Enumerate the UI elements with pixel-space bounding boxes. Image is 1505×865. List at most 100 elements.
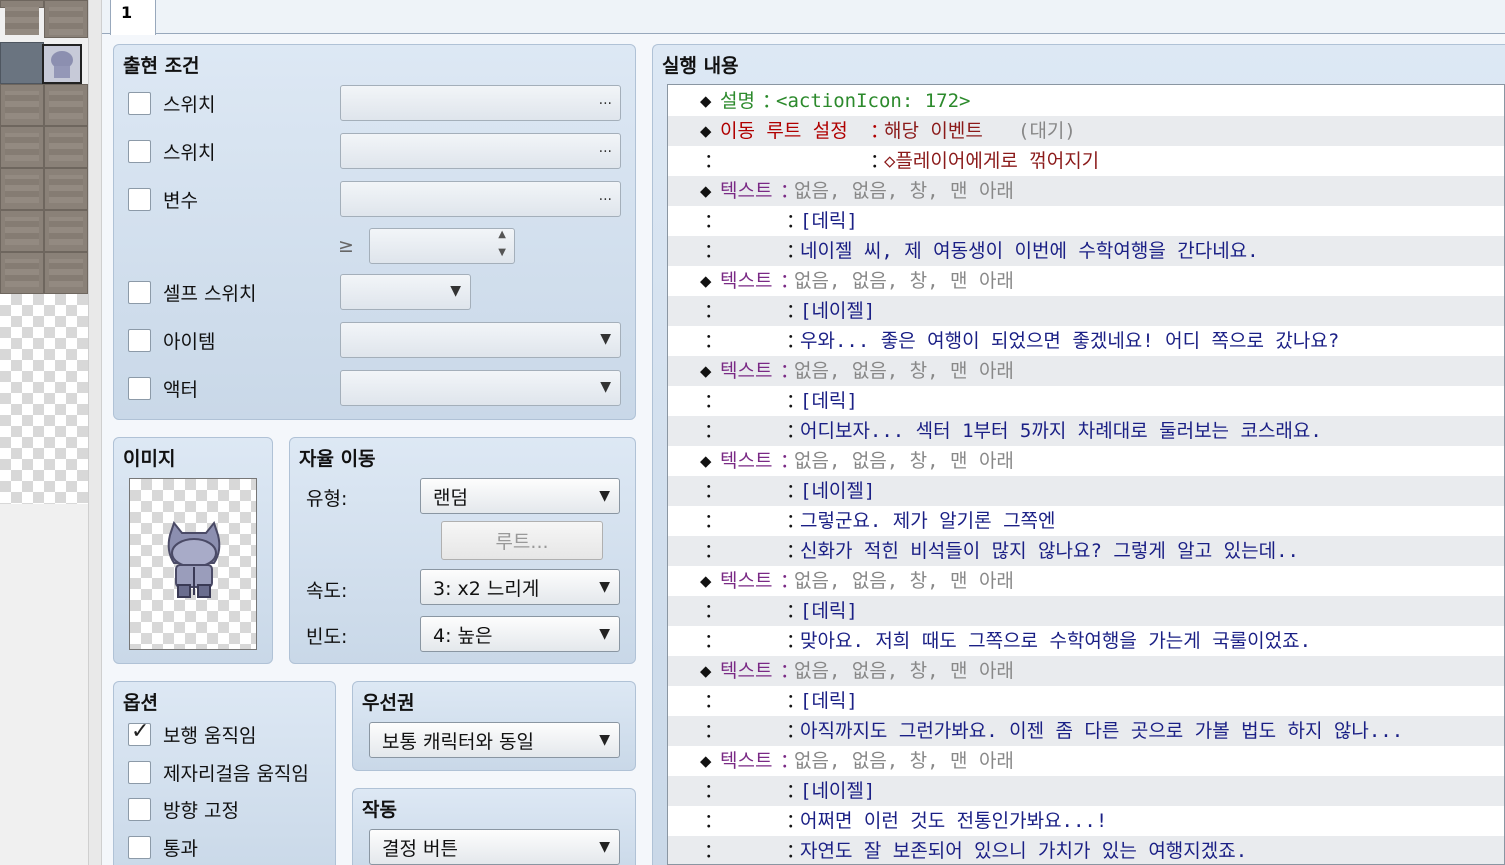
direction-fix-checkbox-row[interactable]: 방향 고정 xyxy=(128,795,239,823)
command-row[interactable]: ：： [네이젤] xyxy=(668,476,1504,506)
map-tile xyxy=(0,126,44,168)
frequency-value: 4: 높은 xyxy=(433,624,493,647)
variable-value-spinner[interactable]: ▲ ▼ xyxy=(369,228,515,264)
empty-map-area xyxy=(0,294,88,504)
command-args: 없음, 없음, 창, 맨 아래 xyxy=(794,360,1014,382)
command-bullet: ： xyxy=(704,330,724,352)
stepping-checkbox-row[interactable]: 제자리걸음 움직임 xyxy=(128,758,309,786)
command-bullet: ： xyxy=(704,630,724,652)
switch1-checkbox[interactable] xyxy=(128,91,151,115)
command-row[interactable]: ：： 우와... 좋은 여행이 되었으면 좋겠네요! 어디 쪽으로 갔나요? xyxy=(668,326,1504,356)
spin-up-icon[interactable]: ▲ xyxy=(498,229,506,240)
movement-type-select[interactable]: 랜덤 ▼ xyxy=(420,478,620,514)
trigger-select[interactable]: 결정 버튼 ▼ xyxy=(369,829,620,865)
command-row[interactable]: ：： 신화가 적힌 비석들이 많지 않나요? 그렇게 알고 있는데.. xyxy=(668,536,1504,566)
map-preview-strip[interactable] xyxy=(0,0,88,865)
selected-event-tile[interactable] xyxy=(42,44,82,84)
variable-field[interactable]: ... xyxy=(340,181,621,217)
frequency-label: 빈도: xyxy=(306,626,348,648)
command-bullet: ： xyxy=(704,780,724,802)
switch1-checkbox-row[interactable]: 스위치 xyxy=(128,89,215,117)
command-row[interactable]: ：： [네이젤] xyxy=(668,776,1504,806)
command-row[interactable]: ：： 그렇군요. 제가 알기론 그쪽엔 xyxy=(668,506,1504,536)
switch2-checkbox-row[interactable]: 스위치 xyxy=(128,137,215,165)
command-args: [데릭] xyxy=(800,390,858,412)
trigger-value: 결정 버튼 xyxy=(382,837,458,860)
command-row[interactable]: ：： 어쩌면 이런 것도 전통인가봐요...! xyxy=(668,806,1504,836)
command-row[interactable]: ：： 어디보자... 섹터 1부터 5까지 차례대로 둘러보는 코스래요. xyxy=(668,416,1504,446)
command-row[interactable]: ◆ 텍스트： 없음, 없음, 창, 맨 아래 xyxy=(668,446,1504,476)
command-row[interactable]: ◆ 텍스트： 없음, 없음, 창, 맨 아래 xyxy=(668,176,1504,206)
options-title: 옵션 xyxy=(123,692,158,714)
command-args: 없음, 없음, 창, 맨 아래 xyxy=(794,750,1014,772)
speed-select[interactable]: 3: x2 느리게 ▼ xyxy=(420,569,620,605)
command-row[interactable]: ◆ 텍스트： 없음, 없음, 창, 맨 아래 xyxy=(668,566,1504,596)
command-bullet: ： xyxy=(704,690,724,712)
command-row[interactable]: ：： [데릭] xyxy=(668,386,1504,416)
command-row[interactable]: ◆ 텍스트： 없음, 없음, 창, 맨 아래 xyxy=(668,656,1504,686)
command-row[interactable]: ：： [데릭] xyxy=(668,596,1504,626)
frequency-select[interactable]: 4: 높은 ▼ xyxy=(420,616,620,652)
command-row[interactable]: ：： 자연도 잘 보존되어 있으니 가치가 있는 여행지겠죠. xyxy=(668,836,1504,864)
character-image-preview[interactable] xyxy=(129,478,257,650)
tab-page-1[interactable]: 1 xyxy=(110,0,156,35)
command-row[interactable]: ：： 아직까지도 그런가봐요. 이젠 좀 다른 곳으로 가볼 법도 하지 않나..… xyxy=(668,716,1504,746)
command-args: 어디보자... 섹터 1부터 5까지 차례대로 둘러보는 코스래요. xyxy=(800,420,1322,442)
walking-checkbox[interactable] xyxy=(128,719,151,746)
walking-checkbox-row[interactable]: 보행 움직임 xyxy=(128,719,256,748)
switch1-browse-icon[interactable]: ... xyxy=(599,92,612,108)
command-row[interactable]: ◆ 이동 루트 설정： 해당 이벤트 (대기) xyxy=(668,116,1504,146)
command-row[interactable]: ：： [데릭] xyxy=(668,206,1504,236)
through-checkbox[interactable] xyxy=(128,835,151,859)
trigger-title: 작동 xyxy=(362,799,397,821)
actor-checkbox-row[interactable]: 액터 xyxy=(128,374,198,402)
spin-down-icon[interactable]: ▼ xyxy=(498,247,506,258)
movement-type-label: 유형: xyxy=(306,488,348,510)
item-checkbox-row[interactable]: 아이템 xyxy=(128,326,215,354)
event-command-list[interactable]: ◆ 설명 ： <actionIcon: 172> ◆ 이동 루트 설정 ： 해당 이벤트 (대… xyxy=(667,84,1505,865)
command-args: [데릭] xyxy=(800,600,858,622)
chevron-down-icon: ▼ xyxy=(599,732,610,748)
command-row[interactable]: ◆ 텍스트： 없음, 없음, 창, 맨 아래 xyxy=(668,356,1504,386)
priority-select[interactable]: 보통 캐릭터와 동일 ▼ xyxy=(369,722,620,758)
switch1-field[interactable]: ... xyxy=(340,85,621,121)
command-bullet: ◆ xyxy=(700,750,712,772)
switch2-checkbox[interactable] xyxy=(128,139,151,163)
command-row[interactable]: ◆ 설명： <actionIcon: 172> xyxy=(668,86,1504,116)
map-tile xyxy=(44,210,88,252)
event-editor-window: 1 출현 조건 스위치 ... 스위치 ... 변수 ... ≥ ▲ ▼ 셀프 … xyxy=(0,0,1505,865)
command-row[interactable]: ：： [네이젤] xyxy=(668,296,1504,326)
switch2-browse-icon[interactable]: ... xyxy=(599,140,612,156)
autonomous-title: 자율 이동 xyxy=(299,448,376,470)
command-row[interactable]: ◆ 텍스트： 없음, 없음, 창, 맨 아래 xyxy=(668,266,1504,296)
stepping-checkbox[interactable] xyxy=(128,760,151,784)
command-bullet: ： xyxy=(704,210,724,232)
actor-checkbox[interactable] xyxy=(128,376,151,400)
command-bullet: ◆ xyxy=(700,360,712,382)
variable-checkbox-row[interactable]: 변수 xyxy=(128,185,198,213)
command-row[interactable]: ：： 맞아요. 저희 때도 그쪽으로 수학여행을 가는게 국룰이었죠. xyxy=(668,626,1504,656)
route-button[interactable]: 루트... xyxy=(441,521,603,560)
variable-checkbox[interactable] xyxy=(128,187,151,211)
command-row[interactable]: ：： 네이젤 씨, 제 여동생이 이번에 수학여행을 간다네요. xyxy=(668,236,1504,266)
command-row[interactable]: ：： ◇플레이어에게로 꺾어지기 xyxy=(668,146,1504,176)
command-extra: (대기) xyxy=(1018,120,1076,142)
command-row[interactable]: ◆ 텍스트： 없음, 없음, 창, 맨 아래 xyxy=(668,746,1504,776)
item-checkbox[interactable] xyxy=(128,328,151,352)
self-switch-select[interactable]: ▼ xyxy=(340,274,471,310)
command-row[interactable]: ：： [데릭] xyxy=(668,686,1504,716)
command-args: 네이젤 씨, 제 여동생이 이번에 수학여행을 간다네요. xyxy=(800,240,1259,262)
command-bullet: ◆ xyxy=(700,270,712,292)
direction-fix-checkbox[interactable] xyxy=(128,797,151,821)
map-tile xyxy=(0,42,44,84)
variable-browse-icon[interactable]: ... xyxy=(599,188,612,204)
self-switch-checkbox-row[interactable]: 셀프 스위치 xyxy=(128,278,256,306)
character-sprite-icon xyxy=(44,46,80,82)
switch2-field[interactable]: ... xyxy=(340,133,621,169)
through-checkbox-row[interactable]: 통과 xyxy=(128,833,198,861)
item-select[interactable]: ▼ xyxy=(340,322,621,358)
command-args: <actionIcon: 172> xyxy=(776,90,971,112)
self-switch-checkbox[interactable] xyxy=(128,280,151,304)
map-splitter[interactable] xyxy=(88,0,102,865)
actor-select[interactable]: ▼ xyxy=(340,370,621,406)
